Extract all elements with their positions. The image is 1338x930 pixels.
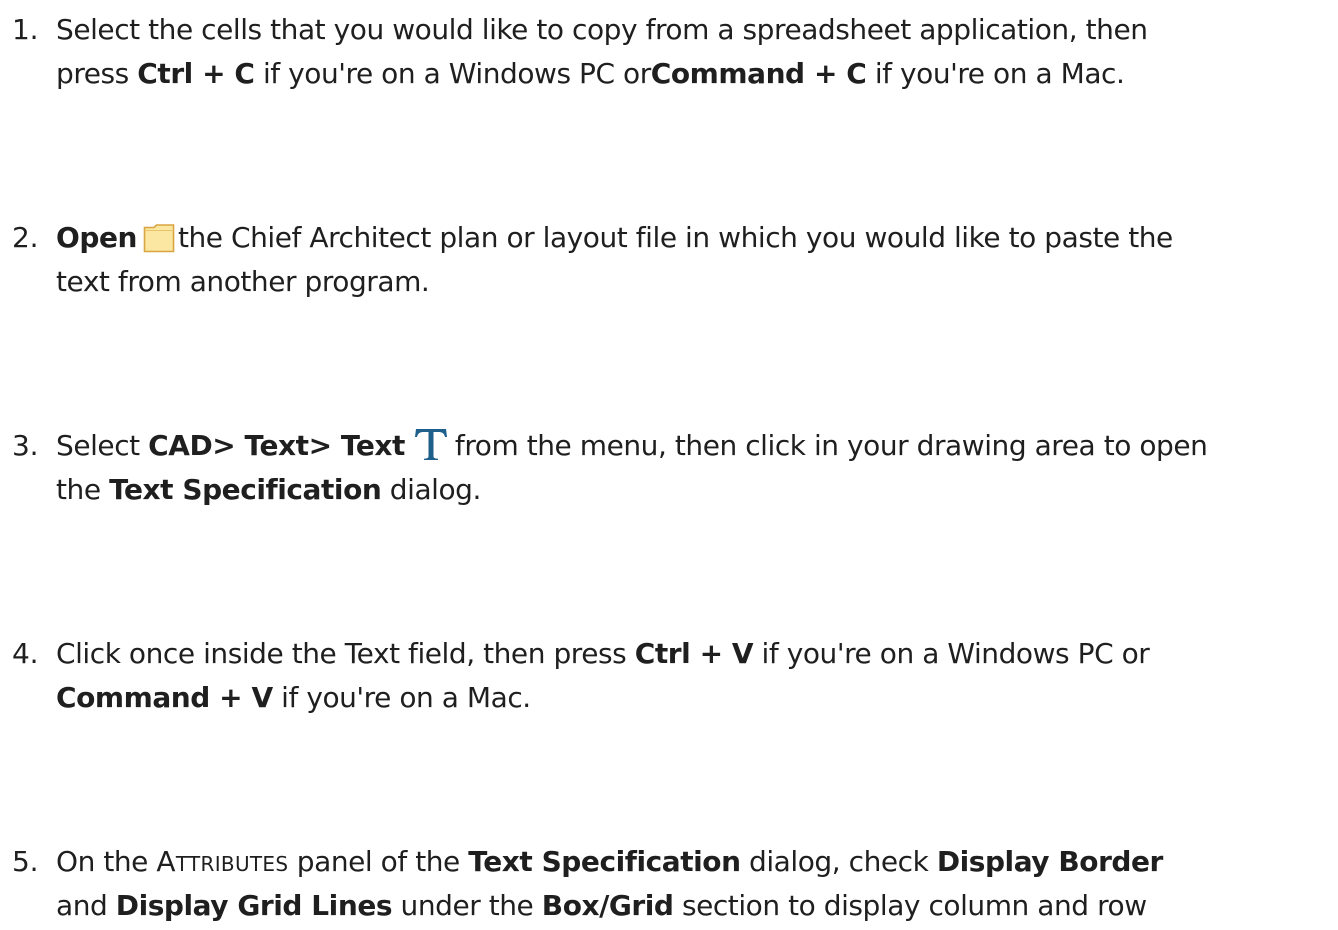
step-text: Click once inside the Text field, then p… xyxy=(56,632,1326,720)
step-line: On the Attributes panel of the Text Spec… xyxy=(56,840,1326,884)
option-display-border: Display Border xyxy=(936,845,1164,878)
step-line: Command + V if you're on a Mac. xyxy=(56,676,1326,720)
step-line: the Text Specification dialog. xyxy=(56,468,1326,512)
step-text-run: On the xyxy=(56,845,157,878)
open-folder-icon xyxy=(143,222,175,253)
panel-name: Attributes xyxy=(156,845,289,878)
dialog-name: Text Specification xyxy=(109,473,382,506)
step-text: Select the cells that you would like to … xyxy=(56,8,1326,96)
shortcut-command-c: Command + C xyxy=(650,57,867,90)
step-text-run: dialog. xyxy=(381,473,482,506)
shortcut-ctrl-c: Ctrl + C xyxy=(137,57,255,90)
step-text: Open the Chief Architect plan or layout f… xyxy=(56,216,1326,304)
step-text: Select CAD> Text> Text from the menu, the… xyxy=(56,424,1326,512)
option-display-grid-lines: Display Grid Lines xyxy=(115,889,393,922)
step-number: 1. xyxy=(12,13,39,46)
step-line: Click once inside the Text field, then p… xyxy=(56,632,1326,676)
step-text-run: from the menu, then click in your drawin… xyxy=(454,429,1208,462)
step-text: On the Attributes panel of the Text Spec… xyxy=(56,840,1326,928)
step-text-run: Select the cells that you would like to … xyxy=(56,13,1148,46)
shortcut-ctrl-v: Ctrl + V xyxy=(634,637,754,670)
text-tool-icon xyxy=(413,427,449,461)
step-text-run: and xyxy=(56,889,116,922)
step-number: 4. xyxy=(12,637,39,670)
step-text-run: if you're on a Windows PC or xyxy=(254,57,651,90)
step-number: 3. xyxy=(12,429,39,462)
step-text-run: panel of the xyxy=(288,845,469,878)
open-command-label: Open xyxy=(56,221,137,254)
step-number: 2. xyxy=(12,221,39,254)
step-text-run: the xyxy=(56,473,110,506)
step-text-run: press xyxy=(56,57,138,90)
shortcut-command-v: Command + V xyxy=(56,681,273,714)
step-text-run: if you're on a Windows PC or xyxy=(753,637,1150,670)
step-text-run: if you're on a Mac. xyxy=(866,57,1125,90)
step-text-run: section to display column and row xyxy=(673,889,1147,922)
step-text-run: Click once inside the Text field, then p… xyxy=(56,637,627,670)
step-text-run: text from another program. xyxy=(56,265,430,298)
step-line: and Display Grid Lines under the Box/Gri… xyxy=(56,884,1326,928)
step-text-run: if you're on a Mac. xyxy=(272,681,531,714)
menu-path: CAD> Text> Text xyxy=(148,429,405,462)
section-box-grid: Box/Grid xyxy=(541,889,674,922)
step-line: Select CAD> Text> Text from the menu, the… xyxy=(56,424,1326,468)
step-line: text from another program. xyxy=(56,260,1326,304)
step-text-run: under the xyxy=(392,889,542,922)
step-text-run: Select xyxy=(56,429,149,462)
dialog-name: Text Specification xyxy=(468,845,741,878)
step-text-run: the Chief Architect plan or layout file … xyxy=(177,221,1173,254)
step-text-run: dialog, check xyxy=(740,845,937,878)
step-line: Select the cells that you would like to … xyxy=(56,8,1326,52)
step-number: 5. xyxy=(12,845,39,878)
step-line: press Ctrl + C if you're on a Windows PC… xyxy=(56,52,1326,96)
step-line: Open the Chief Architect plan or layout f… xyxy=(56,216,1326,260)
